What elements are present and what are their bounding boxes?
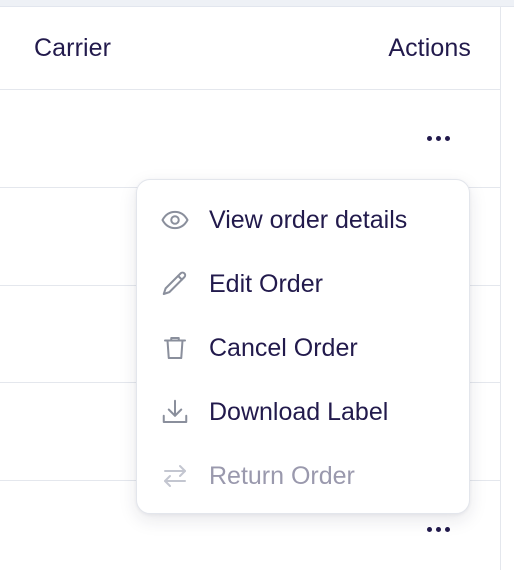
column-header-actions: Actions [388,34,471,62]
download-icon [159,396,191,428]
menu-item-label: Edit Order [209,269,323,298]
menu-item-label: Cancel Order [209,333,358,362]
menu-item-edit-order[interactable]: Edit Order [137,252,469,316]
trash-icon [159,332,191,364]
more-dot [444,526,450,532]
row-actions-more-button[interactable] [424,519,452,539]
eye-icon [159,204,191,236]
arrows-swap-icon [159,460,191,492]
menu-item-cancel-order[interactable]: Cancel Order [137,316,469,380]
more-dot [435,135,441,141]
column-header-carrier: Carrier [34,34,112,62]
more-dot [444,135,450,141]
table-header-row: Carrier Actions [0,7,500,90]
right-border [500,6,501,570]
more-dot [435,526,441,532]
more-dots-icon [426,526,432,532]
orders-page: Carrier Actions View order details Edit … [0,0,514,570]
table-row [0,90,500,188]
menu-item-label: View order details [209,205,408,234]
menu-item-return-order[interactable]: Return Order [137,444,469,508]
row-actions-menu: View order details Edit Order Cancel Ord… [136,179,470,514]
menu-item-download-label[interactable]: Download Label [137,380,469,444]
top-strip [0,0,514,7]
menu-item-view-order-details[interactable]: View order details [137,188,469,252]
row-actions-more-button[interactable] [424,128,452,148]
pencil-icon [159,268,191,300]
menu-item-label: Return Order [209,461,355,490]
more-dots-icon [426,135,432,141]
menu-item-label: Download Label [209,397,389,426]
